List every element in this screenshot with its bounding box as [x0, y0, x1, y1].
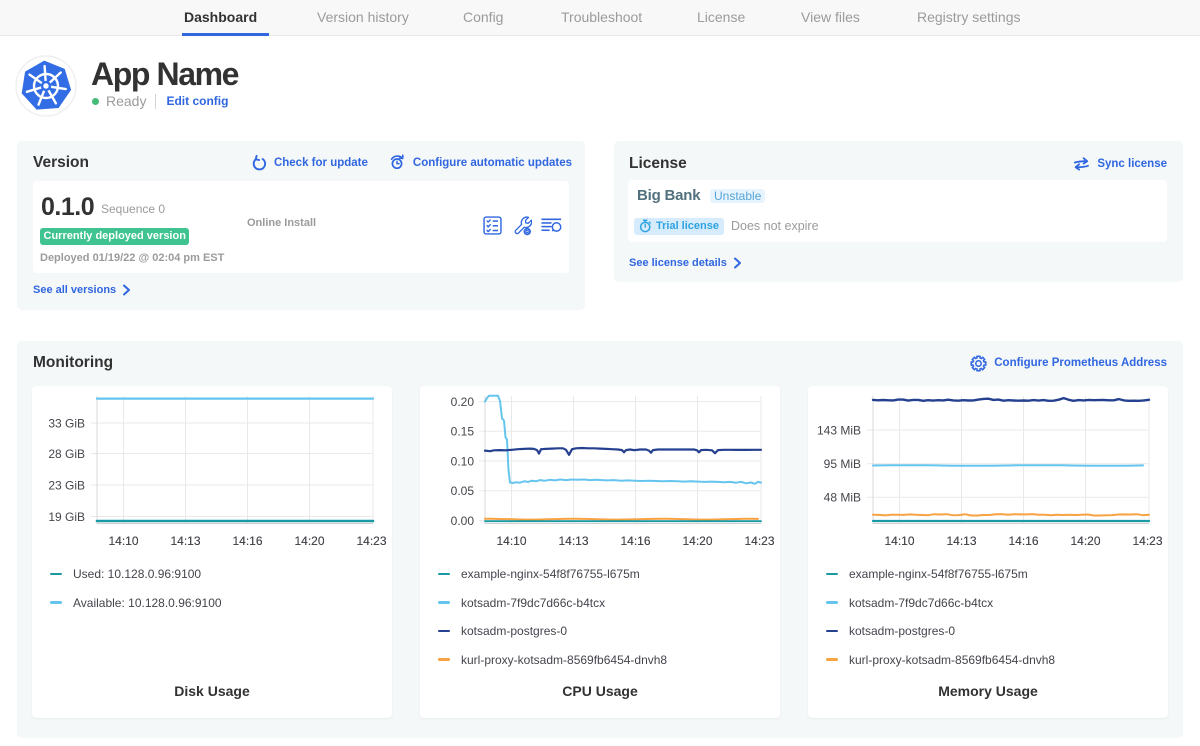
svg-text:14:10: 14:10: [108, 534, 138, 548]
svg-text:14:23: 14:23: [356, 534, 386, 548]
svg-text:95 MiB: 95 MiB: [824, 457, 861, 471]
svg-text:14:20: 14:20: [682, 534, 712, 548]
svg-text:143 MiB: 143 MiB: [817, 423, 861, 437]
svg-text:14:16: 14:16: [232, 534, 262, 548]
svg-text:14:20: 14:20: [1070, 534, 1100, 548]
svg-text:14:16: 14:16: [620, 534, 650, 548]
svg-text:14:23: 14:23: [1132, 534, 1162, 548]
svg-text:14:16: 14:16: [1008, 534, 1038, 548]
svg-text:14:10: 14:10: [884, 534, 914, 548]
svg-text:0.20: 0.20: [451, 395, 475, 409]
svg-text:14:13: 14:13: [170, 534, 200, 548]
svg-text:23 GiB: 23 GiB: [48, 478, 85, 492]
svg-text:14:20: 14:20: [294, 534, 324, 548]
svg-text:14:13: 14:13: [946, 534, 976, 548]
svg-text:0.00: 0.00: [451, 514, 475, 528]
svg-text:0.10: 0.10: [451, 454, 475, 468]
svg-text:0.05: 0.05: [451, 484, 475, 498]
svg-text:0.15: 0.15: [451, 425, 475, 439]
svg-text:33 GiB: 33 GiB: [48, 416, 85, 430]
svg-text:14:13: 14:13: [558, 534, 588, 548]
svg-text:14:10: 14:10: [496, 534, 526, 548]
svg-text:48 MiB: 48 MiB: [824, 491, 861, 505]
svg-text:28 GiB: 28 GiB: [48, 447, 85, 461]
svg-text:19 GiB: 19 GiB: [48, 510, 85, 524]
svg-text:14:23: 14:23: [744, 534, 774, 548]
